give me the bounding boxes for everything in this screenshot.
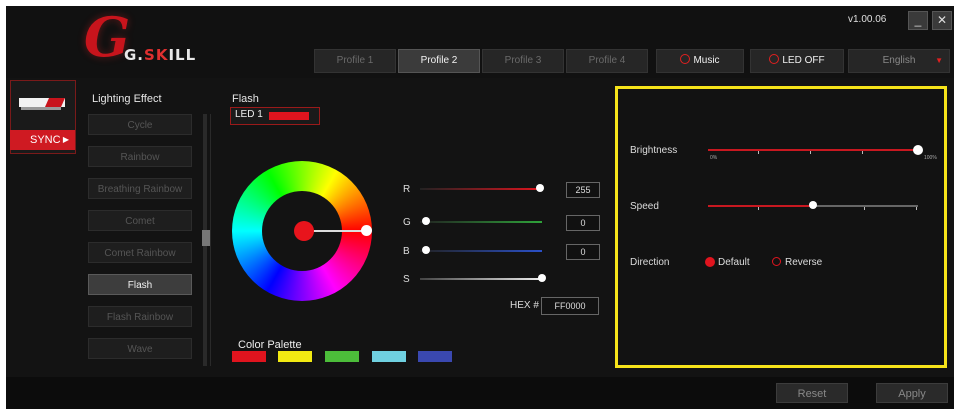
led-1-label: LED 1 — [235, 109, 263, 120]
palette-swatch-green[interactable] — [325, 351, 359, 362]
effect-settings-panel: Brightness 0% 100% Speed Direction Defau… — [615, 86, 947, 368]
s-slider-track[interactable] — [420, 278, 542, 280]
speed-tick — [758, 207, 759, 210]
logo-text-sk: SK — [144, 46, 169, 64]
speed-slider-fill — [708, 205, 813, 207]
brightness-slider-handle[interactable] — [913, 145, 923, 155]
direction-reverse-radio[interactable] — [772, 257, 781, 266]
led-off-button[interactable]: LED OFF — [750, 49, 844, 73]
direction-reverse-label: Reverse — [785, 257, 823, 268]
color-wheel[interactable] — [232, 161, 372, 301]
s-channel-label: S — [403, 274, 410, 285]
r-value-input[interactable]: 255 — [566, 182, 600, 198]
led-off-label: LED OFF — [782, 55, 825, 66]
version-label: v1.00.06 — [848, 14, 887, 25]
flash-title: Flash — [232, 93, 259, 105]
effect-comet-rainbow[interactable]: Comet Rainbow — [88, 242, 192, 263]
effect-comet[interactable]: Comet — [88, 210, 192, 231]
effect-rainbow[interactable]: Rainbow — [88, 146, 192, 167]
led-1-selector[interactable]: LED 1 — [230, 107, 320, 125]
g-slider-handle[interactable] — [422, 217, 430, 225]
brightness-tick — [862, 151, 863, 154]
tab-profile-2[interactable]: Profile 2 — [398, 49, 480, 73]
gskill-logo-text: G.SKILL — [124, 46, 196, 64]
apply-button[interactable]: Apply — [876, 383, 948, 403]
r-slider-handle[interactable] — [536, 184, 544, 192]
r-channel-label: R — [403, 184, 411, 195]
title-bar: G G.SKILL v1.00.06 _ ✕ Profile 1 Profile… — [6, 6, 954, 78]
dropdown-arrow-icon: ▼ — [935, 56, 943, 65]
selected-color-dot — [294, 221, 314, 241]
language-select[interactable]: English ▼ — [848, 49, 950, 73]
g-channel-label: G — [403, 217, 411, 228]
tab-profile-4[interactable]: Profile 4 — [566, 49, 648, 73]
brightness-label: Brightness — [630, 145, 678, 156]
palette-swatch-blue[interactable] — [418, 351, 452, 362]
play-arrow-icon: ▶ — [62, 135, 69, 144]
g-slider-track[interactable] — [420, 221, 542, 223]
lighting-effect-title: Lighting Effect — [92, 93, 162, 105]
s-slider-handle[interactable] — [538, 274, 546, 282]
led-1-color-swatch — [269, 112, 309, 120]
logo-text-ill: ILL — [168, 46, 197, 64]
hex-input[interactable]: FF0000 — [541, 297, 599, 315]
effect-scrollbar-edge — [210, 114, 211, 366]
language-value: English — [882, 55, 916, 66]
app-window: G G.SKILL v1.00.06 _ ✕ Profile 1 Profile… — [6, 6, 954, 409]
b-slider-track[interactable] — [420, 250, 542, 252]
direction-default-radio[interactable] — [705, 257, 715, 267]
palette-swatch-red[interactable] — [232, 351, 266, 362]
direction-label: Direction — [630, 257, 670, 268]
memory-module-icon — [19, 98, 65, 110]
speed-tick — [864, 207, 865, 210]
close-button[interactable]: ✕ — [932, 11, 952, 30]
effect-flash-rainbow[interactable]: Flash Rainbow — [88, 306, 192, 327]
effect-breathing-rainbow[interactable]: Breathing Rainbow — [88, 178, 192, 199]
effect-scrollbar-thumb[interactable] — [202, 230, 210, 246]
sync-label: SYNC — [30, 134, 61, 146]
color-wheel-handle[interactable] — [361, 225, 372, 236]
speed-label: Speed — [630, 201, 659, 212]
b-value-input[interactable]: 0 — [566, 244, 600, 260]
logo-text-g: G. — [124, 46, 145, 64]
sync-button[interactable]: SYNC ▶ — [10, 130, 75, 150]
music-button[interactable]: Music — [656, 49, 744, 73]
brightness-min-label: 0% — [710, 155, 718, 161]
color-wheel-pointer-line — [306, 230, 368, 232]
music-indicator-icon — [680, 54, 691, 64]
r-slider-track[interactable] — [420, 188, 542, 190]
brightness-tick — [758, 151, 759, 154]
speed-slider-handle[interactable] — [809, 201, 817, 209]
speed-slider-track[interactable] — [813, 205, 918, 207]
b-slider-handle[interactable] — [422, 246, 430, 254]
color-palette-title: Color Palette — [238, 339, 302, 351]
g-value-input[interactable]: 0 — [566, 215, 600, 231]
brightness-slider-track[interactable] — [708, 149, 918, 151]
hex-label: HEX # — [510, 300, 539, 311]
tab-profile-1[interactable]: Profile 1 — [314, 49, 396, 73]
effect-flash[interactable]: Flash — [88, 274, 192, 295]
led-off-indicator-icon — [769, 54, 780, 64]
brightness-max-label: 100% — [924, 155, 937, 161]
b-channel-label: B — [403, 246, 410, 257]
minimize-button[interactable]: _ — [908, 11, 928, 30]
reset-button[interactable]: Reset — [776, 383, 848, 403]
speed-tick — [916, 207, 917, 210]
direction-default-label: Default — [718, 257, 750, 268]
music-label: Music — [693, 55, 720, 66]
palette-swatch-yellow[interactable] — [278, 351, 312, 362]
effect-cycle[interactable]: Cycle — [88, 114, 192, 135]
effect-wave[interactable]: Wave — [88, 338, 192, 359]
tab-profile-3[interactable]: Profile 3 — [482, 49, 564, 73]
brightness-tick — [810, 151, 811, 154]
palette-swatch-cyan[interactable] — [372, 351, 406, 362]
